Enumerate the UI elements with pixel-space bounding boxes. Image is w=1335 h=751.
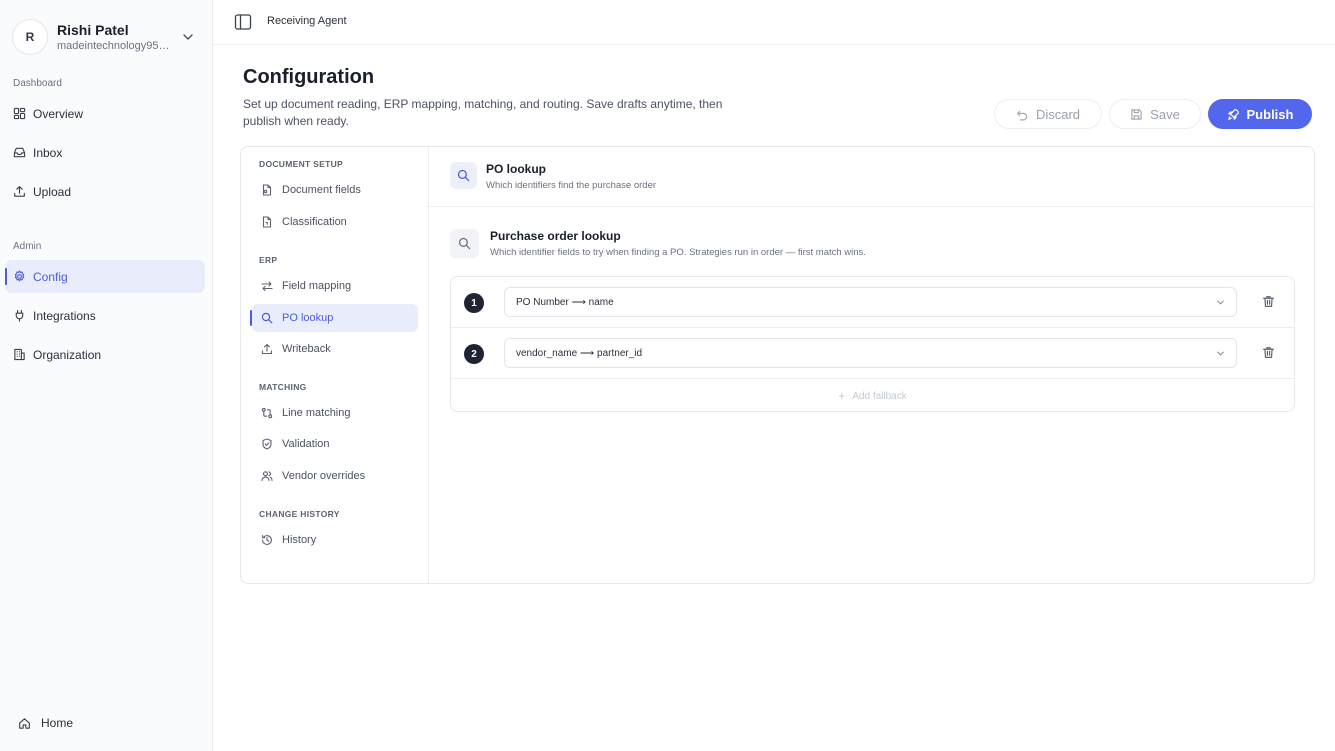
section-subtitle: Which identifier fields to try when find… <box>490 247 866 258</box>
config-item-label: Writeback <box>282 343 331 355</box>
trash-icon[interactable] <box>1262 346 1275 359</box>
content-subtitle: Which identifiers find the purchase orde… <box>486 180 657 191</box>
sidebar-item-overview[interactable]: Overview <box>5 97 205 130</box>
add-fallback-label: Add fallback <box>852 390 907 402</box>
discard-label: Discard <box>1035 106 1081 122</box>
sidebar-item-label: Integrations <box>33 308 96 323</box>
topbar: Receiving Agent <box>213 0 1335 45</box>
search-icon <box>450 229 479 258</box>
home-label: Home <box>41 716 74 730</box>
config-card: DOCUMENT SETUP Document fields Classific… <box>240 146 1315 584</box>
sidebar-item-organization[interactable]: Organization <box>5 338 205 371</box>
avatar: R <box>12 19 48 55</box>
config-section-matching: MATCHING <box>259 382 307 392</box>
config-section-erp: ERP <box>259 255 278 265</box>
undo-icon <box>1016 108 1029 121</box>
upload-icon <box>261 343 273 355</box>
strategy-select[interactable]: vendor_name ⟶ partner_id <box>504 338 1237 368</box>
sidebar-item-label: Inbox <box>33 145 63 160</box>
config-item-label: Vendor overrides <box>282 470 366 482</box>
config-item-label: Validation <box>282 438 330 450</box>
config-item-po-lookup[interactable]: PO lookup <box>250 304 418 332</box>
gear-icon <box>13 270 26 283</box>
config-item-label: Line matching <box>282 407 351 419</box>
config-item-vendor-overrides[interactable]: Vendor overrides <box>252 462 418 490</box>
page-description: Set up document reading, ERP mapping, ma… <box>243 97 723 128</box>
git-compare-icon <box>261 407 273 419</box>
strategy-row: 2 vendor_name ⟶ partner_id <box>451 328 1294 379</box>
topbar-title: Receiving Agent <box>267 15 347 27</box>
file-tag-icon <box>261 216 273 228</box>
sidebar-toggle-icon[interactable] <box>234 13 252 31</box>
strategy-value: PO Number ⟶ name <box>516 296 614 308</box>
strategy-select[interactable]: PO Number ⟶ name <box>504 287 1237 317</box>
config-section-document-setup: DOCUMENT SETUP <box>259 159 344 169</box>
config-item-classification[interactable]: Classification <box>252 208 418 236</box>
sidebar-item-label: Overview <box>33 106 84 121</box>
nav-group-admin: Admin <box>13 241 42 252</box>
strategy-order-badge: 2 <box>464 344 484 364</box>
content-header: PO lookup Which identifiers find the pur… <box>429 147 1314 207</box>
config-section-change-history: CHANGE HISTORY <box>259 509 340 519</box>
grid-icon <box>13 107 26 120</box>
save-icon <box>1130 108 1143 121</box>
trash-icon[interactable] <box>1262 295 1275 308</box>
sidebar-item-home[interactable]: Home <box>18 716 73 730</box>
config-item-line-matching[interactable]: Line matching <box>252 399 418 427</box>
publish-button[interactable]: Publish <box>1208 99 1312 129</box>
config-item-history[interactable]: History <box>252 526 418 554</box>
content-title: PO lookup <box>486 162 546 176</box>
discard-button[interactable]: Discard <box>994 99 1102 129</box>
config-item-validation[interactable]: Validation <box>252 430 418 458</box>
chevron-down-icon[interactable] <box>180 29 196 45</box>
section-title: Purchase order lookup <box>490 229 621 243</box>
plug-icon <box>13 309 26 322</box>
strategy-value: vendor_name ⟶ partner_id <box>516 347 643 359</box>
add-fallback-button[interactable]: + Add fallback <box>451 381 1294 411</box>
nav-group-dashboard: Dashboard <box>13 78 62 89</box>
lookup-strategies: 1 PO Number ⟶ name 2 vendor_name ⟶ partn… <box>450 276 1295 412</box>
strategy-row: 1 PO Number ⟶ name <box>451 277 1294 328</box>
config-item-label: Classification <box>282 216 347 228</box>
config-item-label: PO lookup <box>282 312 334 324</box>
rocket-icon <box>1227 108 1240 121</box>
app-sidebar: R Rishi Patel madeintechnology95@... Das… <box>0 0 213 751</box>
strategy-order-badge: 1 <box>464 293 484 313</box>
config-item-label: Field mapping <box>282 280 352 292</box>
sidebar-item-config[interactable]: Config <box>5 260 205 293</box>
save-button[interactable]: Save <box>1109 99 1201 129</box>
config-item-label: Document fields <box>282 184 361 196</box>
sidebar-item-upload[interactable]: Upload <box>5 175 205 208</box>
sidebar-item-label: Organization <box>33 347 102 362</box>
save-label: Save <box>1150 106 1180 122</box>
page-title: Configuration <box>243 66 375 88</box>
chevron-down-icon <box>1215 348 1226 359</box>
history-icon <box>261 534 273 546</box>
user-menu[interactable]: R Rishi Patel madeintechnology95@... <box>12 16 202 58</box>
config-nav: DOCUMENT SETUP Document fields Classific… <box>241 147 429 583</box>
building-icon <box>13 348 26 361</box>
search-icon <box>261 312 273 324</box>
inbox-icon <box>13 146 26 159</box>
shield-check-icon <box>261 438 273 450</box>
home-icon <box>18 717 31 730</box>
sidebar-item-integrations[interactable]: Integrations <box>5 299 205 332</box>
sidebar-item-label: Config <box>33 269 68 284</box>
sidebar-item-inbox[interactable]: Inbox <box>5 136 205 169</box>
config-item-writeback[interactable]: Writeback <box>252 335 418 363</box>
plus-icon: + <box>838 389 846 403</box>
config-item-document-fields[interactable]: Document fields <box>252 176 418 204</box>
config-item-label: History <box>282 534 317 546</box>
document-icon <box>261 184 273 196</box>
chevron-down-icon <box>1215 297 1226 308</box>
user-email: madeintechnology95@... <box>57 39 177 52</box>
sidebar-item-label: Upload <box>33 184 72 199</box>
search-icon <box>450 162 477 189</box>
users-icon <box>261 470 273 482</box>
publish-label: Publish <box>1246 106 1294 122</box>
user-name: Rishi Patel <box>57 21 129 38</box>
config-item-field-mapping[interactable]: Field mapping <box>252 272 418 300</box>
arrows-icon <box>261 280 273 292</box>
upload-icon <box>13 185 26 198</box>
